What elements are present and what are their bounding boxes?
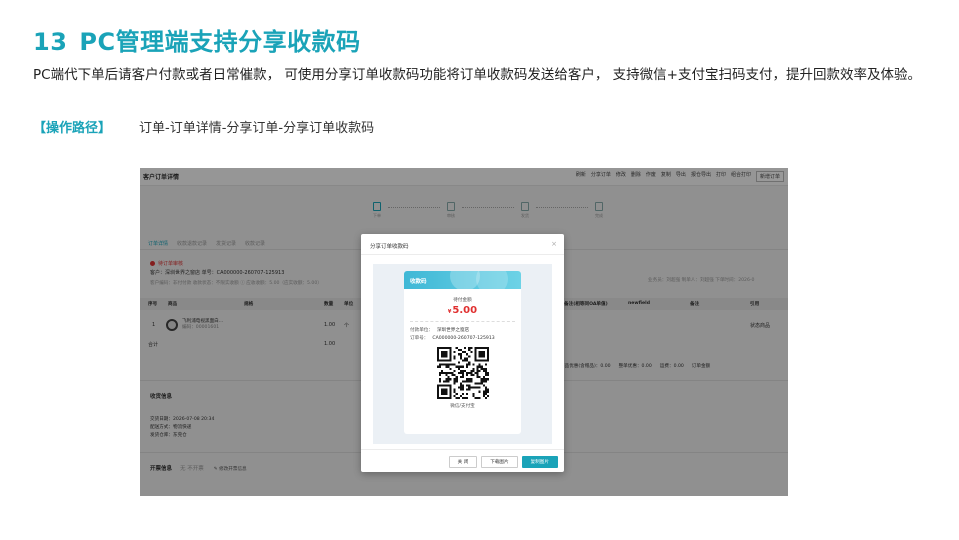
slide-description: PC端代下单后请客户付款或者日常催款， 可使用分享订单收款码功能将订单收款码发送… [33, 67, 921, 83]
share-qr-modal: 分享订单收款码 × 收款码 待付金额 ¥5.00 付款单位： 深圳世界之窗店 订单… [361, 234, 564, 472]
amount-value: ¥5.00 [447, 305, 478, 316]
qr-code-icon [437, 347, 489, 399]
operation-path-tag: 【操作路径】 [33, 121, 112, 136]
copy-image-button[interactable]: 复制图片 [521, 456, 558, 468]
close-button[interactable]: 关 闭 [448, 456, 478, 468]
slide-number: 13 [33, 28, 68, 56]
modal-title: 分享订单收款码 [370, 244, 409, 250]
divider [361, 254, 564, 255]
close-icon[interactable]: × [551, 240, 557, 248]
slide-title: 13 PC管理端支持分享收款码 [33, 22, 361, 57]
download-image-button[interactable]: 下载图片 [481, 456, 518, 468]
pay-methods: 微信/支付宝 [450, 404, 475, 409]
order-detail-screenshot: 客户订单详情 刷新 分享订单 修改 删除 作废 复制 导出 报仓导出 打印 组合… [140, 168, 788, 496]
slide-title-text: PC管理端支持分享收款码 [79, 28, 361, 56]
operation-path: 【操作路径】 订单-订单详情-分享订单-分享订单收款码 [33, 117, 374, 136]
card-header-band: 收款码 [404, 271, 521, 295]
payer-row: 付款单位： 深圳世界之窗店 [410, 328, 470, 333]
card-title: 收款码 [410, 279, 427, 285]
payment-card: 收款码 待付金额 ¥5.00 付款单位： 深圳世界之窗店 订单号： CA000000… [404, 271, 521, 434]
modal-actions: 关 闭 下载图片 复制图片 [448, 456, 558, 468]
qr-preview-area: 收款码 待付金额 ¥5.00 付款单位： 深圳世界之窗店 订单号： CA000000… [373, 264, 552, 444]
divider [361, 449, 564, 450]
order-number-row: 订单号： CA000000-260707-125913 [410, 336, 495, 341]
amount-label: 待付金额 [453, 298, 472, 303]
operation-path-text: 订单-订单详情-分享订单-分享订单收款码 [139, 121, 375, 136]
